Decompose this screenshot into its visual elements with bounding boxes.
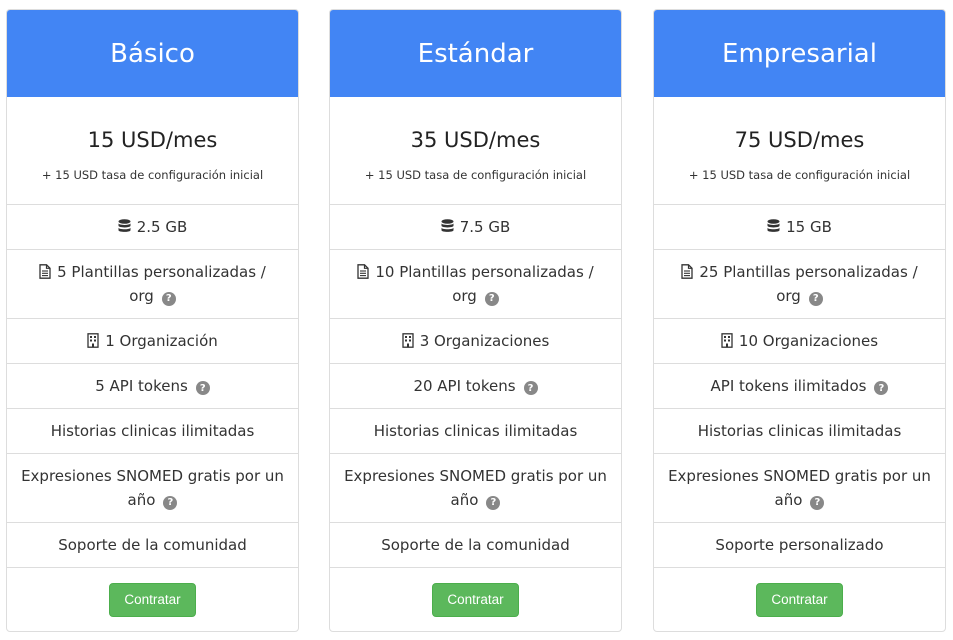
building-icon (87, 333, 99, 348)
records-row: Historias clinicas ilimitadas (7, 408, 298, 453)
contratar-button[interactable]: Contratar (109, 582, 196, 617)
building-icon (721, 333, 733, 348)
contratar-button[interactable]: Contratar (756, 582, 843, 617)
templates-label: 25 Plantillas personalizadas / (699, 263, 918, 281)
price-section: 75 USD/mes + 15 USD tasa de configuració… (654, 97, 945, 204)
help-icon[interactable]: ? (195, 381, 210, 396)
records-value: Historias clinicas ilimitadas (697, 422, 902, 440)
plan-price: 35 USD/mes (410, 127, 541, 152)
templates-label: 10 Plantillas personalizadas / (375, 263, 594, 281)
support-row: Soporte de la comunidad (7, 522, 298, 567)
api-tokens-row: API tokens ilimitados? (654, 363, 945, 408)
snomed-label-cont: año (774, 491, 803, 509)
plan-price: 15 USD/mes (87, 127, 218, 152)
organizations-value: 3 Organizaciones (419, 332, 550, 350)
button-row: Contratar (7, 567, 298, 631)
plan-title: Empresarial (654, 10, 945, 97)
organizations-value: 10 Organizaciones (738, 332, 879, 350)
help-icon[interactable]: ? (523, 381, 538, 396)
file-text-icon (357, 264, 369, 279)
help-icon[interactable]: ? (486, 496, 501, 510)
building-icon (402, 333, 414, 348)
storage-row: 15 GB (654, 204, 945, 249)
organizations-row: 1 Organización (7, 318, 298, 363)
organizations-value: 1 Organización (105, 332, 218, 350)
storage-value: 7.5 GB (459, 218, 511, 236)
snomed-row: Expresiones SNOMED gratis por un año? (330, 453, 621, 522)
snomed-label: Expresiones SNOMED gratis por un (344, 467, 607, 485)
plan-card-estandar: Estándar 35 USD/mes + 15 USD tasa de con… (329, 9, 622, 632)
file-text-icon (681, 264, 693, 279)
records-row: Historias clinicas ilimitadas (330, 408, 621, 453)
api-tokens-value: 20 API tokens (413, 376, 516, 395)
templates-label-cont: org (129, 287, 154, 305)
file-text-icon (39, 264, 51, 279)
help-icon[interactable]: ? (163, 496, 178, 510)
api-tokens-value: 5 API tokens (95, 376, 188, 395)
support-value: Soporte personalizado (715, 536, 884, 554)
snomed-label-cont: año (127, 491, 156, 509)
organizations-row: 3 Organizaciones (330, 318, 621, 363)
price-section: 35 USD/mes + 15 USD tasa de configuració… (330, 97, 621, 204)
api-tokens-row: 5 API tokens? (7, 363, 298, 408)
button-row: Contratar (654, 567, 945, 631)
snomed-label: Expresiones SNOMED gratis por un (21, 467, 284, 485)
templates-label: 5 Plantillas personalizadas / (57, 263, 266, 281)
help-icon[interactable]: ? (484, 292, 499, 306)
records-value: Historias clinicas ilimitadas (373, 422, 578, 440)
setup-fee: + 15 USD tasa de configuración inicial (688, 167, 911, 182)
snomed-row: Expresiones SNOMED gratis por un año? (654, 453, 945, 522)
button-row: Contratar (330, 567, 621, 631)
storage-row: 2.5 GB (7, 204, 298, 249)
templates-label-cont: org (776, 287, 801, 305)
database-icon (767, 219, 780, 232)
records-value: Historias clinicas ilimitadas (50, 422, 255, 440)
help-icon[interactable]: ? (810, 496, 825, 510)
setup-fee: + 15 USD tasa de configuración inicial (41, 167, 264, 182)
pricing-plans: Básico 15 USD/mes + 15 USD tasa de confi… (0, 0, 953, 640)
help-icon[interactable]: ? (874, 381, 889, 396)
storage-row: 7.5 GB (330, 204, 621, 249)
templates-row: 25 Plantillas personalizadas / org? (654, 249, 945, 318)
support-value: Soporte de la comunidad (381, 536, 570, 554)
templates-row: 10 Plantillas personalizadas / org? (330, 249, 621, 318)
snomed-label: Expresiones SNOMED gratis por un (668, 467, 931, 485)
plan-card-basico: Básico 15 USD/mes + 15 USD tasa de confi… (6, 9, 299, 632)
support-value: Soporte de la comunidad (58, 536, 247, 554)
plan-title: Básico (7, 10, 298, 97)
price-section: 15 USD/mes + 15 USD tasa de configuració… (7, 97, 298, 204)
templates-label-cont: org (452, 287, 477, 305)
storage-value: 2.5 GB (136, 218, 188, 236)
storage-value: 15 GB (786, 218, 832, 236)
help-icon[interactable]: ? (808, 292, 823, 306)
contratar-button[interactable]: Contratar (432, 582, 519, 617)
snomed-row: Expresiones SNOMED gratis por un año? (7, 453, 298, 522)
support-row: Soporte de la comunidad (330, 522, 621, 567)
setup-fee: + 15 USD tasa de configuración inicial (364, 167, 587, 182)
snomed-label-cont: año (450, 491, 479, 509)
plan-card-empresarial: Empresarial 75 USD/mes + 15 USD tasa de … (653, 9, 946, 632)
database-icon (118, 219, 131, 232)
plan-title: Estándar (330, 10, 621, 97)
api-tokens-value: API tokens ilimitados (710, 376, 867, 395)
database-icon (441, 219, 454, 232)
plan-price: 75 USD/mes (734, 127, 865, 152)
organizations-row: 10 Organizaciones (654, 318, 945, 363)
help-icon[interactable]: ? (161, 292, 176, 306)
api-tokens-row: 20 API tokens? (330, 363, 621, 408)
support-row: Soporte personalizado (654, 522, 945, 567)
records-row: Historias clinicas ilimitadas (654, 408, 945, 453)
templates-row: 5 Plantillas personalizadas / org? (7, 249, 298, 318)
